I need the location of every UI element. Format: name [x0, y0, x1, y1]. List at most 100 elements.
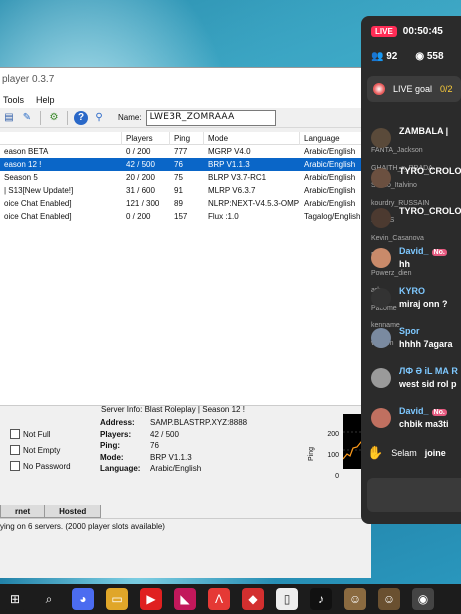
column-hostname[interactable]	[0, 132, 122, 145]
game-icon[interactable]: ◕	[72, 588, 94, 610]
rank-badge: No.	[431, 409, 447, 416]
menu-tools[interactable]: Tools	[3, 95, 24, 105]
info-panel: Not Full Not Empty No Password Server In…	[0, 405, 371, 505]
chat-username[interactable]: David_ No.	[399, 406, 447, 416]
avatar[interactable]	[371, 128, 391, 148]
server-name: oice Chat Enabled]	[4, 199, 72, 208]
avatar[interactable]	[371, 288, 391, 308]
server-ping: 91	[174, 186, 183, 195]
server-mode: MGRP V4.0	[208, 147, 251, 156]
chat-input[interactable]	[367, 478, 461, 512]
server-list: eason BETA 0 / 200 777 MGRP V4.0 Arabic/Engl…	[0, 145, 371, 405]
chat-username[interactable]: Spor	[399, 326, 420, 336]
avatar-app-icon[interactable]: ☺	[344, 588, 366, 610]
chat-username[interactable]: TYRO_CROLO	[399, 206, 461, 216]
server-ping: 75	[174, 173, 183, 182]
obs-icon[interactable]: ◉	[412, 588, 434, 610]
settings-icon[interactable]: ⚙	[47, 111, 61, 125]
chat-message[interactable]: Spor hhhh 7agara	[367, 324, 461, 364]
chat-text: chbik ma3ti	[399, 419, 449, 429]
no-password-checkbox[interactable]	[10, 461, 20, 471]
windows-icon[interactable]: ⊞	[4, 588, 26, 610]
not-empty-checkbox[interactable]	[10, 445, 20, 455]
help-icon[interactable]: ?	[74, 110, 88, 125]
about-icon[interactable]: ⚲	[92, 111, 106, 125]
server-info: Address: SAMP.BLASTRP.XYZ:8888 Players: 42…	[100, 418, 247, 476]
toolbar-divider	[67, 110, 68, 125]
people-icon: 👥	[371, 51, 384, 62]
ping-key: Ping:	[100, 441, 120, 450]
arrow-app-icon[interactable]: Λ	[208, 588, 230, 610]
server-name: eason 12 !	[4, 160, 42, 169]
avatar[interactable]	[371, 328, 391, 348]
chat-message[interactable]: TYRO_CROLO	[367, 204, 461, 244]
chat-message[interactable]: TYRO_CROLO	[367, 164, 461, 204]
server-row[interactable]: oice Chat Enabled] 0 / 200 157 Flux :1.0 Tag…	[0, 210, 371, 223]
server-row[interactable]: | S13[New Update!] 31 / 600 91 MLRP V6.3.7 A…	[0, 184, 371, 197]
toolbar-divider	[40, 110, 41, 125]
chat-message[interactable]: ZAMBALA |	[367, 124, 461, 164]
vs-icon[interactable]: ◣	[174, 588, 196, 610]
not-full-label: Not Full	[23, 429, 51, 439]
avatar[interactable]	[371, 408, 391, 428]
chat-username[interactable]: TYRO_CROLO	[399, 166, 461, 176]
server-row[interactable]: eason 12 ! 42 / 500 76 BRP V1.1.3 Arabic/Eng…	[0, 158, 371, 171]
name-input[interactable]: LWE3R_ZOMRAAA	[145, 109, 276, 126]
store-icon[interactable]: ◆	[242, 588, 264, 610]
menu-help[interactable]: Help	[36, 95, 55, 105]
chat-text: west sid rol p	[399, 379, 457, 389]
file-icon[interactable]: ▯	[276, 588, 298, 610]
server-ping: 89	[174, 199, 183, 208]
live-goal[interactable]: LIVE goal 0/2	[367, 76, 461, 102]
server-players: 0 / 200	[126, 212, 151, 221]
server-row[interactable]: oice Chat Enabled] 121 / 300 89 NLRP:NEXT-V…	[0, 197, 371, 210]
players-key: Players:	[100, 429, 132, 439]
chat-username[interactable]: KYRO	[399, 286, 425, 296]
server-players: 31 / 600	[126, 186, 155, 195]
server-row[interactable]: eason BETA 0 / 200 777 MGRP V4.0 Arabic/Engl…	[0, 145, 371, 158]
folder-icon[interactable]: ▭	[106, 588, 128, 610]
avatar[interactable]	[371, 368, 391, 388]
tab-hosted[interactable]: Hosted	[44, 505, 102, 518]
column-mode[interactable]: Mode	[204, 132, 300, 145]
column-players[interactable]: Players	[122, 132, 170, 145]
ping-value: 76	[150, 441, 159, 450]
chat-message[interactable]: ЛФ Ә іL МА R west sid rol p	[367, 364, 461, 404]
server-mode: NLRP:NEXT-V4.5.3-OMP	[208, 199, 300, 208]
username-text: David_	[399, 406, 429, 416]
ping-tick: 200	[327, 431, 339, 438]
avatar[interactable]	[371, 208, 391, 228]
status-bar: ying on 6 servers. (2000 player slots av…	[0, 518, 371, 534]
server-players: 42 / 500	[126, 160, 155, 169]
server-name: | S13[New Update!]	[4, 186, 74, 195]
edit-icon[interactable]: ✎	[20, 111, 34, 125]
chat-message[interactable]: David_ No. hh	[367, 244, 461, 284]
copy-icon[interactable]: ▤	[2, 111, 16, 125]
chat-username[interactable]: ЛФ Ә іL МА R	[399, 366, 458, 376]
avatar-app2-icon[interactable]: ☺	[378, 588, 400, 610]
column-ping[interactable]: Ping	[170, 132, 204, 145]
viewers-value: 92	[386, 51, 398, 62]
tab-internet[interactable]: rnet	[0, 505, 46, 518]
chat-message[interactable]: David_ No. chbik ma3ti	[367, 404, 461, 444]
server-row[interactable]: Season 5 20 / 200 75 BLRP V3.7-RC1 Arabic/En…	[0, 171, 371, 184]
not-full-checkbox[interactable]	[10, 429, 20, 439]
avatar[interactable]	[371, 168, 391, 188]
chat-username[interactable]: David_ No.	[399, 246, 447, 256]
viewers-count: 👥 92	[371, 51, 397, 62]
avatar[interactable]	[371, 248, 391, 268]
search-icon[interactable]: ⌕	[38, 588, 60, 610]
language-value: Arabic/English	[150, 464, 202, 473]
youtube-icon[interactable]: ▶	[140, 588, 162, 610]
chat-text: hhhh 7agara	[399, 339, 453, 349]
chat-message[interactable]: KYRO miraj onn ?	[367, 284, 461, 324]
tiktok-icon[interactable]: ♪	[310, 588, 332, 610]
server-name: Season 5	[4, 173, 38, 182]
server-ping: 777	[174, 147, 188, 156]
rank-badge: No.	[431, 249, 447, 256]
live-chat-panel: LIVE 00:50:45 👥 92 ◉ 558 LIVE goal 0/2 F…	[361, 16, 461, 524]
goal-label: LIVE goal	[393, 84, 433, 94]
hand-icon: ✋	[367, 445, 384, 460]
tab-strip: rnet Hosted	[0, 505, 102, 518]
chat-username[interactable]: ZAMBALA |	[399, 126, 448, 136]
